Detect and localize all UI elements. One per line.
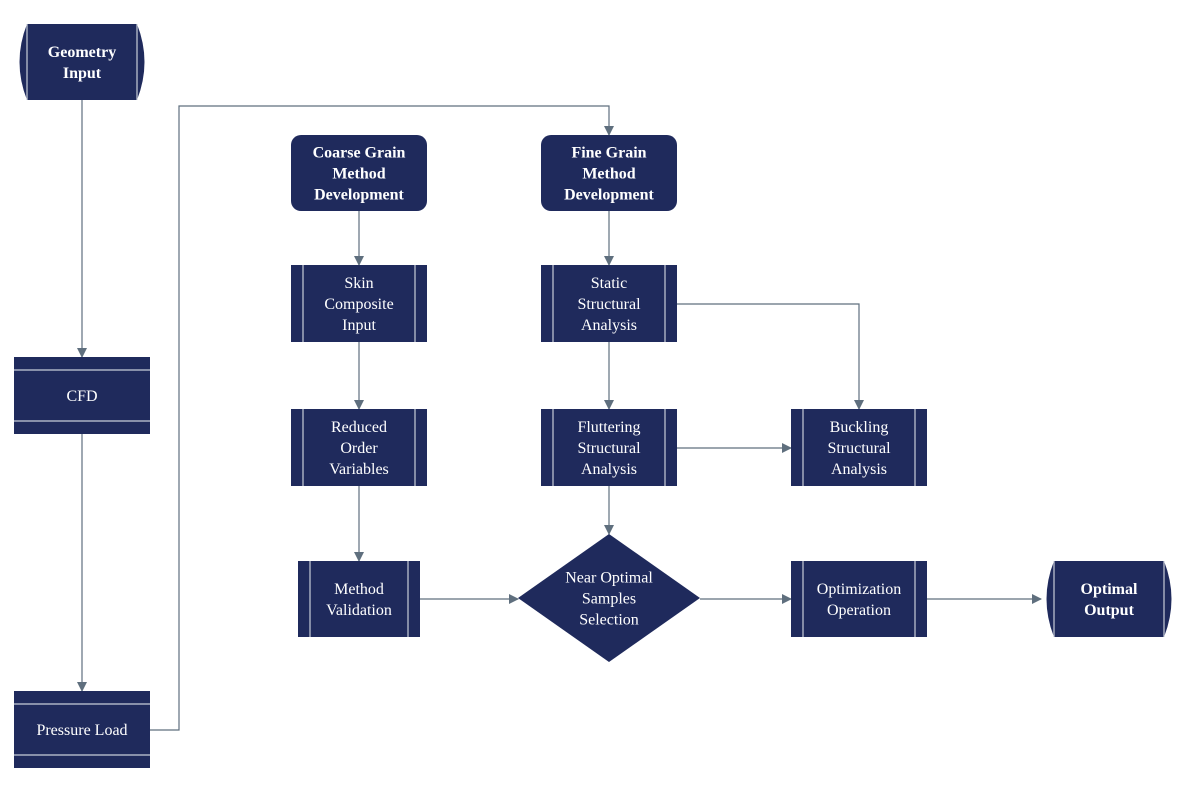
node-fluttering-structural[interactable]: Fluttering Structural Analysis [541,409,677,486]
node-label-line: Samples [582,591,636,608]
node-label-line: Order [340,440,378,457]
flowchart: Geometry Input CFD Pressure Load Coarse Grai… [0,0,1200,790]
node-label-line: Structural [577,440,641,457]
node-method-validation[interactable]: Method Validation [298,561,420,637]
node-label-line: Development [564,187,654,204]
connector-static-structural-to-buckling-structural [677,303,864,410]
node-label-line: Selection [579,612,639,629]
node-label-line: Fine Grain [571,145,646,162]
node-label-line: Near Optimal [565,570,653,587]
node-label-line: Output [1084,602,1134,619]
node-buckling-structural[interactable]: Buckling Structural Analysis [791,409,927,486]
node-label-line: Input [63,65,102,82]
node-label-line: CFD [66,388,97,405]
node-label-line: Validation [326,602,392,619]
terminator-shape [1046,561,1172,637]
node-label-line: Analysis [831,461,887,478]
node-label-line: Optimization [817,581,901,598]
node-near-optimal[interactable]: Near Optimal Samples Selection [518,534,700,662]
node-pressure-load[interactable]: Pressure Load [14,691,150,768]
node-fine-grain[interactable]: Fine Grain Method Development [541,135,677,211]
node-label-line: Development [314,187,404,204]
node-label-line: Buckling [830,419,889,436]
node-label-line: Coarse Grain [313,145,406,162]
node-label-line: Variables [329,461,389,478]
node-label-line: Structural [577,296,641,313]
node-label-line: Structural [827,440,891,457]
node-label-line: Analysis [581,317,637,334]
node-label-line: Fluttering [577,419,640,436]
node-label-line: Optimal [1081,581,1138,598]
node-label-line: Method [582,166,635,183]
node-optimal-output[interactable]: Optimal Output [1046,561,1172,637]
predefined-process-shape [298,561,420,637]
node-skin-composite[interactable]: Skin Composite Input [291,265,427,342]
flowchart-canvas: Geometry Input CFD Pressure Load Coarse Grai… [14,24,1172,768]
node-geometry-input[interactable]: Geometry Input [19,24,145,100]
node-static-structural[interactable]: Static Structural Analysis [541,265,677,342]
terminator-shape [19,24,145,100]
node-label-line: Operation [827,602,891,619]
node-label-line: Method [334,581,384,598]
predefined-process-shape [791,561,927,637]
node-label-line: Analysis [581,461,637,478]
node-cfd[interactable]: CFD [14,357,150,434]
node-label-line: Reduced [331,419,387,436]
node-label-line: Geometry [48,44,116,61]
node-label-line: Skin [344,275,373,292]
node-reduced-order[interactable]: Reduced Order Variables [291,409,427,486]
node-label-line: Input [342,317,376,334]
node-label-line: Method [332,166,385,183]
node-label-line: Static [591,275,627,292]
node-label-line: Composite [324,296,393,313]
node-optimization-operation[interactable]: Optimization Operation [791,561,927,637]
node-coarse-grain[interactable]: Coarse Grain Method Development [291,135,427,211]
node-label-line: Pressure Load [36,722,127,739]
